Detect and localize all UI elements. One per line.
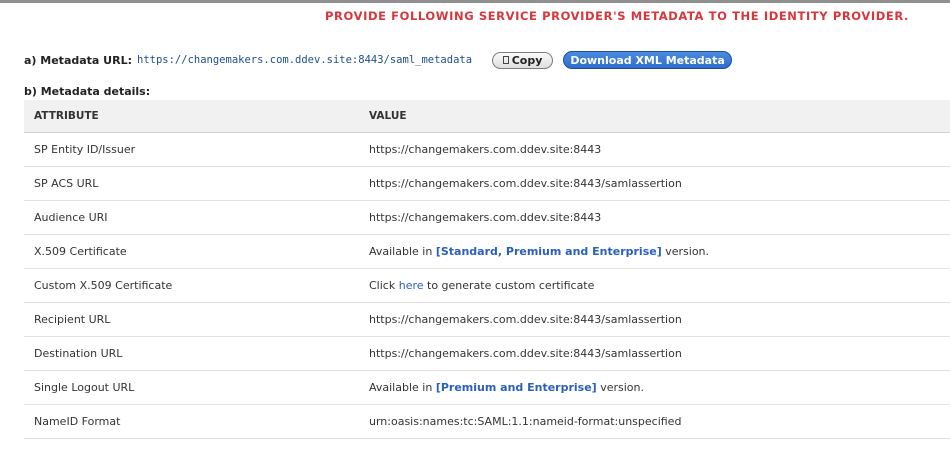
metadata-url-row: a) Metadata URL: https://changemakers.co… [24,51,733,69]
table-row: X.509 Certificate Available in [Standard… [24,234,950,269]
generate-certificate-link[interactable]: here [399,279,424,292]
value-suffix: version. [596,381,644,394]
value-column-header: VALUE [359,100,950,133]
metadata-url-label: a) Metadata URL: [24,53,132,67]
metadata-url-value[interactable]: https://changemakers.com.ddev.site:8443/… [137,54,472,66]
copy-icon [502,56,509,64]
copy-button-label: Copy [511,53,543,67]
attribute-cell: Single Logout URL [24,370,359,405]
table-header-row: ATTRIBUTE VALUE [24,100,950,133]
attribute-cell: Custom X.509 Certificate [24,268,359,303]
value-prefix: Available in [369,245,436,258]
value-cell: urn:oasis:names:tc:SAML:1.1:nameid-forma… [359,404,950,439]
attribute-cell: Destination URL [24,336,359,371]
attribute-cell: SP ACS URL [24,166,359,201]
table-row: Recipient URL https://changemakers.com.d… [24,302,950,337]
value-prefix: Click [369,279,399,292]
value-cell: https://changemakers.com.ddev.site:8443/… [359,166,950,201]
download-xml-metadata-button[interactable]: Download XML Metadata [563,51,733,69]
table-row: SP Entity ID/Issuer https://changemakers… [24,132,950,167]
top-border [0,0,950,3]
value-cell: https://changemakers.com.ddev.site:8443 [359,132,950,167]
value-suffix: to generate custom certificate [423,279,595,292]
table-row: Destination URL https://changemakers.com… [24,336,950,371]
value-cell: Available in [Premium and Enterprise] ve… [359,370,950,405]
attribute-cell: SP Entity ID/Issuer [24,132,359,167]
value-cell: Click here to generate custom certificat… [359,268,950,303]
table-row: Custom X.509 Certificate Click here to g… [24,268,950,303]
attribute-column-header: ATTRIBUTE [24,100,359,133]
metadata-details-table: ATTRIBUTE VALUE SP Entity ID/Issuer http… [24,100,950,439]
value-suffix: version. [661,245,710,258]
value-prefix: Available in [369,381,436,394]
value-cell: Available in [Standard, Premium and Ente… [359,234,950,269]
attribute-cell: Audience URI [24,200,359,235]
table-row: Audience URI https://changemakers.com.dd… [24,200,950,235]
table-row: NameID Format urn:oasis:names:tc:SAML:1.… [24,404,950,439]
attribute-cell: Recipient URL [24,302,359,337]
copy-button[interactable]: Copy [492,51,554,69]
value-cell: https://changemakers.com.ddev.site:8443/… [359,336,950,371]
attribute-cell: X.509 Certificate [24,234,359,269]
plan-highlight: [Premium and Enterprise] [435,381,597,394]
download-button-label: Download XML Metadata [570,53,725,67]
metadata-details-title: b) Metadata details: [24,85,151,98]
attribute-cell: NameID Format [24,404,359,439]
value-cell: https://changemakers.com.ddev.site:8443/… [359,302,950,337]
table-row: Single Logout URL Available in [Premium … [24,370,950,405]
instruction-banner: PROVIDE FOLLOWING SERVICE PROVIDER'S MET… [325,9,909,23]
plan-highlight: [Standard, Premium and Enterprise] [435,245,662,258]
value-cell: https://changemakers.com.ddev.site:8443 [359,200,950,235]
table-row: SP ACS URL https://changemakers.com.ddev… [24,166,950,201]
